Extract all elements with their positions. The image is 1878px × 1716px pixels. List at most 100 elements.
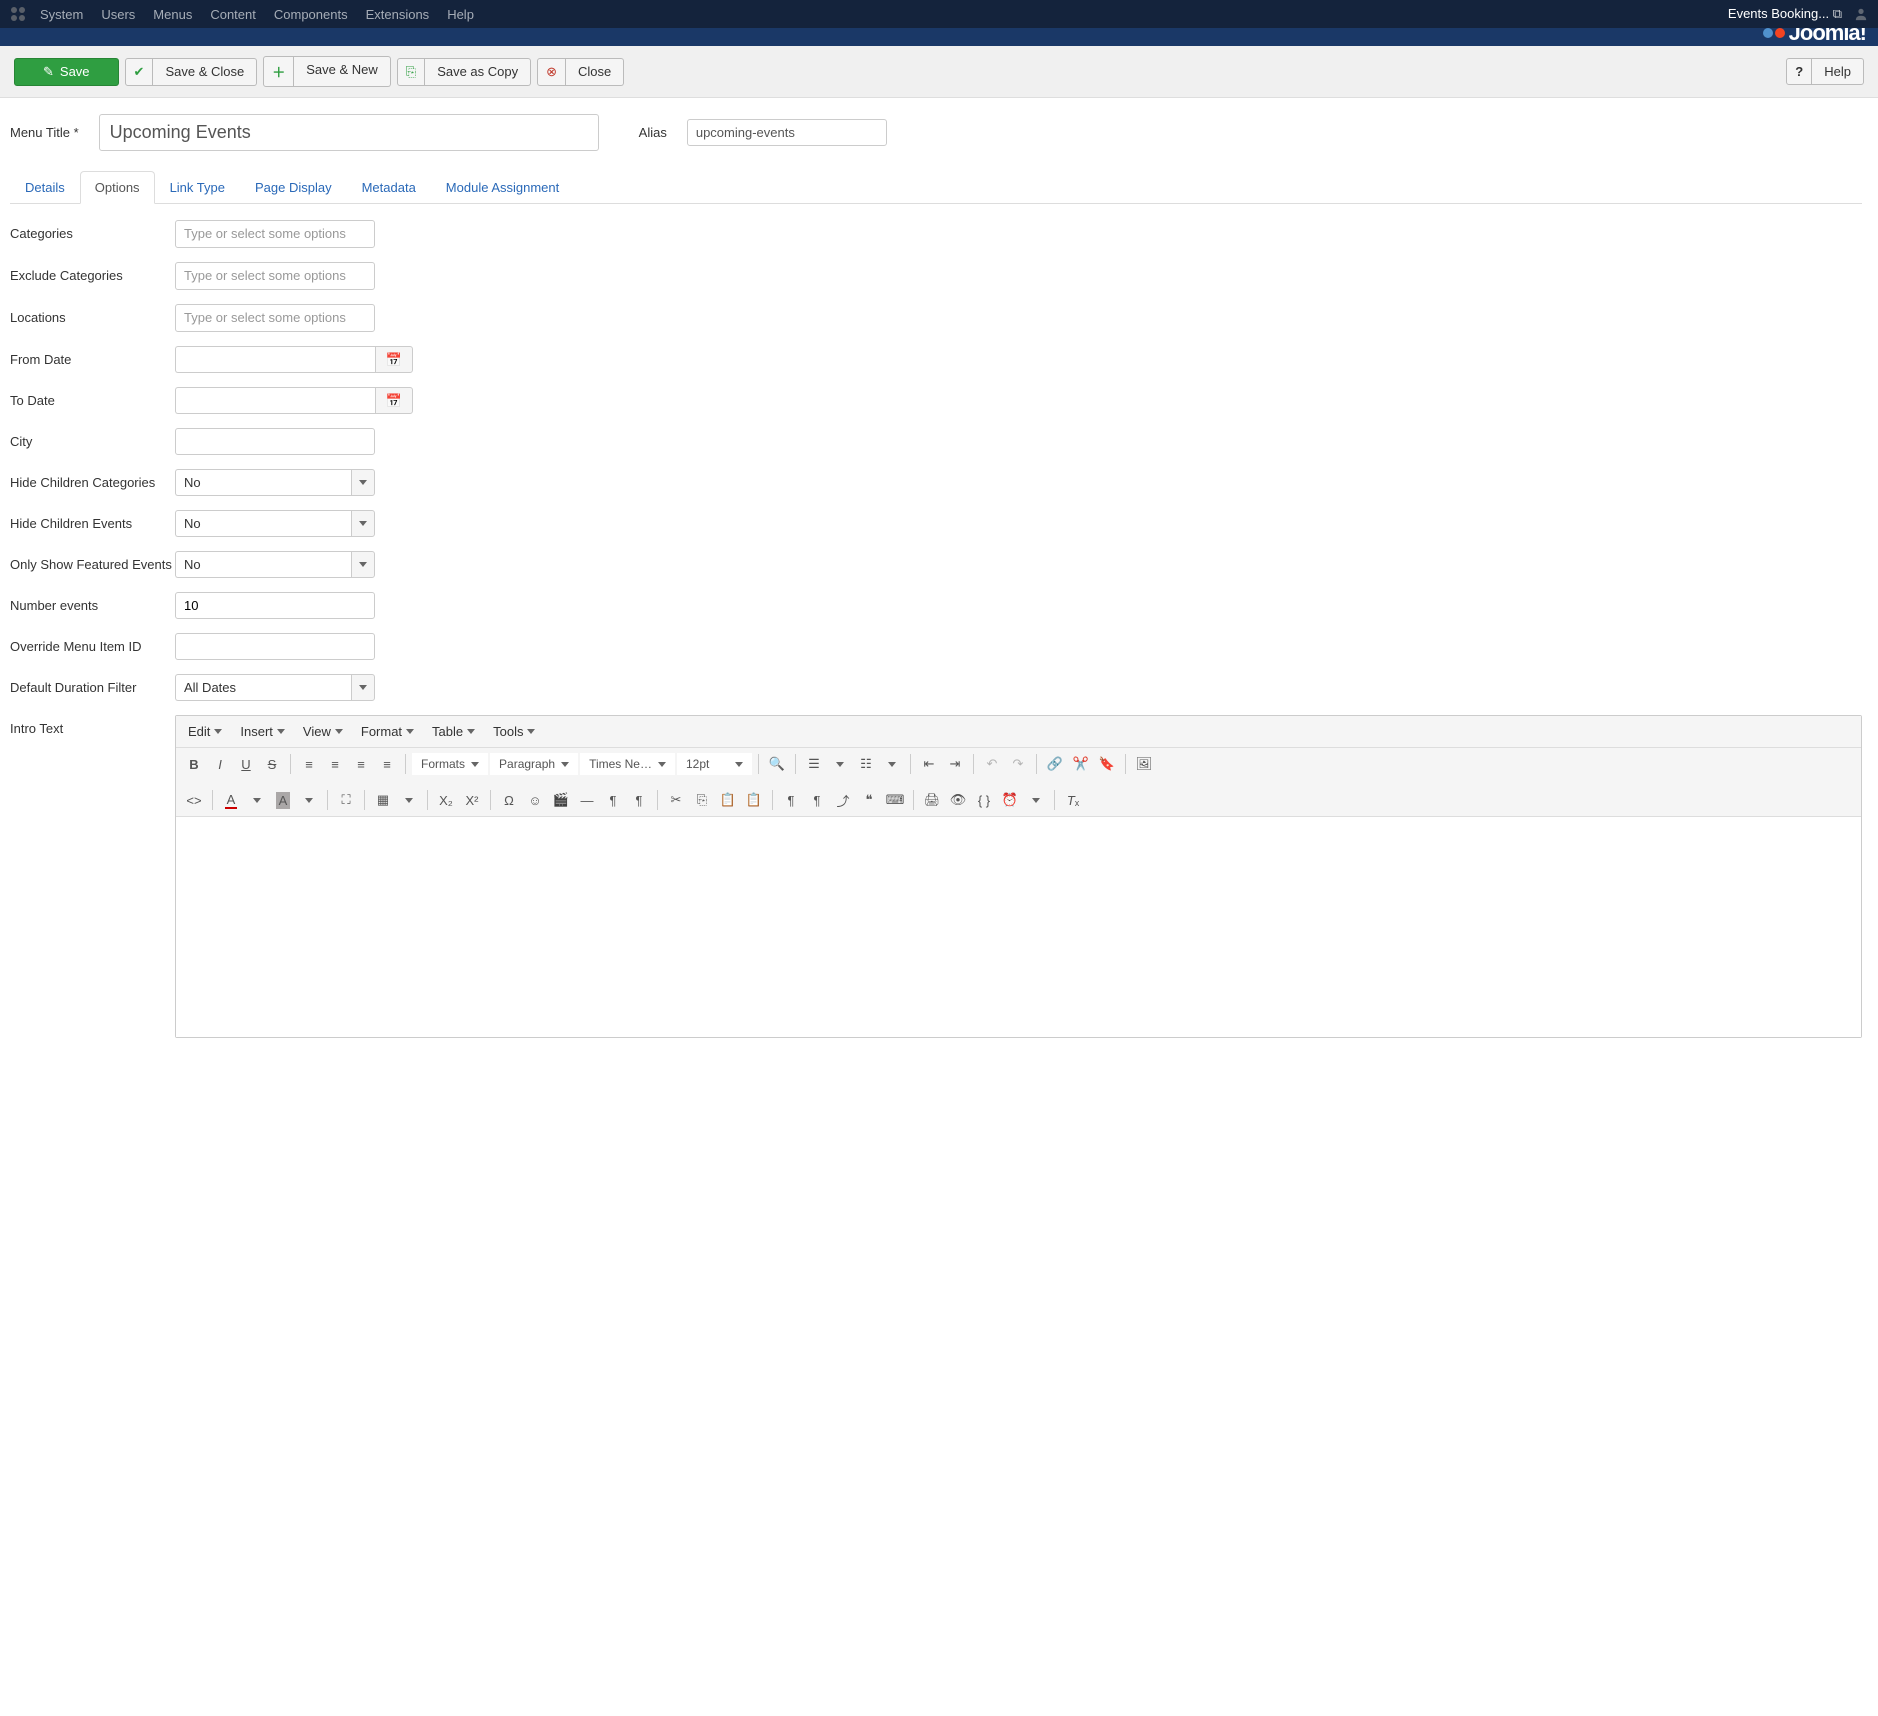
find-button[interactable]: 🔍 (765, 752, 789, 776)
topbar-menus[interactable]: Menus (153, 7, 192, 22)
from-date-input[interactable] (175, 346, 375, 373)
text-color-caret[interactable] (245, 788, 269, 812)
close-button[interactable]: ⊗ Close (537, 58, 624, 86)
to-date-calendar-button[interactable]: 📅 (375, 387, 413, 414)
from-date-calendar-button[interactable]: 📅 (375, 346, 413, 373)
underline-button[interactable]: U (234, 752, 258, 776)
topbar-users[interactable]: Users (101, 7, 135, 22)
topbar-help[interactable]: Help (447, 7, 474, 22)
only-featured-select[interactable]: No (175, 551, 375, 578)
alias-input[interactable] (687, 119, 887, 146)
bullet-list-caret[interactable] (828, 752, 852, 776)
save-copy-button[interactable]: ⎘ Save as Copy (397, 58, 531, 86)
table-button[interactable]: ▦ (371, 788, 395, 812)
show-invisible-button[interactable]: ¶ (805, 788, 829, 812)
strikethrough-button[interactable]: S (260, 752, 284, 776)
city-input[interactable] (175, 428, 375, 455)
code-sample-button[interactable]: { } (972, 788, 996, 812)
unlink-button[interactable]: ✂️ (1069, 752, 1093, 776)
topbar-system[interactable]: System (40, 7, 83, 22)
number-events-input[interactable] (175, 592, 375, 619)
help-button[interactable]: ? Help (1786, 58, 1864, 85)
hide-children-categories-select[interactable]: No (175, 469, 375, 496)
bullet-list-button[interactable]: ☰ (802, 752, 826, 776)
editor-menu-tools[interactable]: Tools (493, 724, 535, 739)
menu-title-input[interactable] (99, 114, 599, 151)
save-button[interactable]: ✎ Save (14, 58, 119, 86)
source-code-button[interactable]: <> (182, 788, 206, 812)
topbar-extensions[interactable]: Extensions (366, 7, 430, 22)
font-select[interactable]: Times Ne… (580, 753, 675, 775)
formats-select[interactable]: Formats (412, 753, 488, 775)
print-button[interactable]: 🖨 (920, 788, 944, 812)
editor-menu-table[interactable]: Table (432, 724, 475, 739)
bold-button[interactable]: B (182, 752, 206, 776)
numbered-list-button[interactable]: ☷ (854, 752, 878, 776)
tab-options[interactable]: Options (80, 171, 155, 204)
rtl-button[interactable]: ¶ (627, 788, 651, 812)
locations-input[interactable]: Type or select some options (175, 304, 375, 332)
topbar-components[interactable]: Components (274, 7, 348, 22)
align-left-button[interactable]: ≡ (297, 752, 321, 776)
bookmark-button[interactable]: 🔖 (1095, 752, 1119, 776)
to-date-input[interactable] (175, 387, 375, 414)
bg-color-caret[interactable] (297, 788, 321, 812)
bg-color-button[interactable]: A (271, 788, 295, 812)
editor-menu-insert[interactable]: Insert (240, 724, 285, 739)
align-right-button[interactable]: ≡ (349, 752, 373, 776)
paste-button[interactable]: 📋 (716, 788, 740, 812)
hr-button[interactable]: — (575, 788, 599, 812)
emoji-button[interactable]: ☺ (523, 788, 547, 812)
categories-input[interactable]: Type or select some options (175, 220, 375, 248)
media-button[interactable]: 🎬 (549, 788, 573, 812)
link-button[interactable]: 🔗 (1043, 752, 1067, 776)
subscript-button[interactable]: X₂ (434, 788, 458, 812)
keyboard-button[interactable]: ⌨ (883, 788, 907, 812)
block-select[interactable]: Paragraph (490, 753, 578, 775)
superscript-button[interactable]: X² (460, 788, 484, 812)
numbered-list-caret[interactable] (880, 752, 904, 776)
indent-button[interactable]: ⇥ (943, 752, 967, 776)
override-menu-id-input[interactable] (175, 633, 375, 660)
align-justify-button[interactable]: ≡ (375, 752, 399, 776)
outdent-button[interactable]: ⇤ (917, 752, 941, 776)
show-blocks-button[interactable]: ¶ (779, 788, 803, 812)
tab-page-display[interactable]: Page Display (240, 171, 347, 204)
table-caret[interactable] (397, 788, 421, 812)
datetime-caret[interactable] (1024, 788, 1048, 812)
fullscreen-button[interactable]: ⛶ (334, 788, 358, 812)
default-duration-select[interactable]: All Dates (175, 674, 375, 701)
text-color-button[interactable]: A (219, 788, 243, 812)
preview-button[interactable]: 👁 (946, 788, 970, 812)
editor-menu-format[interactable]: Format (361, 724, 414, 739)
editor-menu-edit[interactable]: Edit (188, 724, 222, 739)
italic-button[interactable]: I (208, 752, 232, 776)
nonbreaking-button[interactable]: ⤴ (831, 788, 855, 812)
site-name-link[interactable]: Events Booking... ⧉ (1728, 6, 1842, 22)
save-close-button[interactable]: ✔ Save & Close (125, 58, 258, 86)
paste-text-button[interactable]: 📋 (742, 788, 766, 812)
blockquote-button[interactable]: ❝ (857, 788, 881, 812)
editor-body[interactable] (176, 817, 1861, 1037)
tab-module-assignment[interactable]: Module Assignment (431, 171, 574, 204)
clear-format-button[interactable]: Tₓ (1061, 788, 1085, 812)
align-center-button[interactable]: ≡ (323, 752, 347, 776)
image-button[interactable]: 🖼 (1132, 752, 1156, 776)
hide-children-events-select[interactable]: No (175, 510, 375, 537)
editor-menu-view[interactable]: View (303, 724, 343, 739)
undo-button[interactable]: ↶ (980, 752, 1004, 776)
save-new-button[interactable]: ＋ Save & New (263, 56, 391, 87)
datetime-button[interactable]: ⏰ (998, 788, 1022, 812)
topbar-content[interactable]: Content (210, 7, 256, 22)
fontsize-select[interactable]: 12pt (677, 753, 752, 775)
copy-button[interactable]: ⎘ (690, 788, 714, 812)
tab-link-type[interactable]: Link Type (155, 171, 240, 204)
user-icon[interactable] (1854, 7, 1868, 21)
tab-metadata[interactable]: Metadata (347, 171, 431, 204)
exclude-categories-input[interactable]: Type or select some options (175, 262, 375, 290)
special-char-button[interactable]: Ω (497, 788, 521, 812)
ltr-button[interactable]: ¶ (601, 788, 625, 812)
tab-details[interactable]: Details (10, 171, 80, 204)
cut-button[interactable]: ✂ (664, 788, 688, 812)
redo-button[interactable]: ↷ (1006, 752, 1030, 776)
